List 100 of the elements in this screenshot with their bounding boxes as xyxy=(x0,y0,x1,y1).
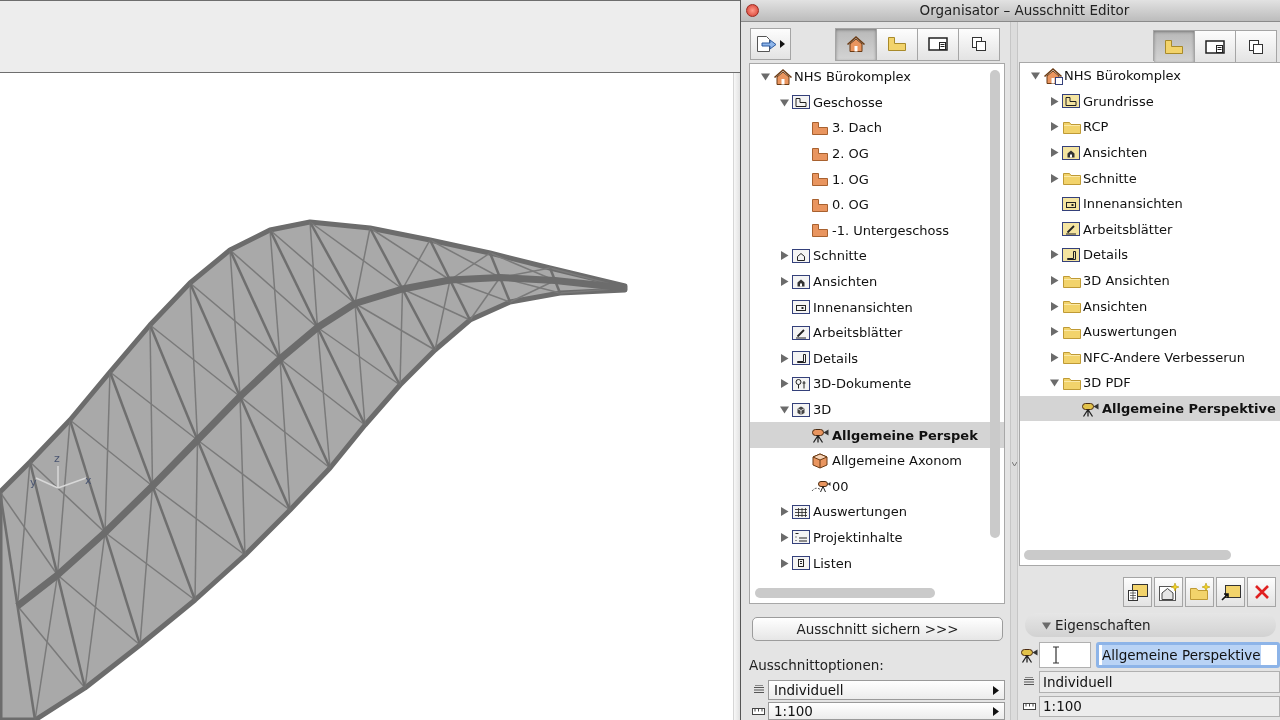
disclosure-triangle-icon[interactable] xyxy=(1050,148,1059,158)
caret-icon xyxy=(780,40,785,48)
tree-item[interactable]: 1. OG xyxy=(750,166,1004,192)
house-frame-icon xyxy=(1062,144,1080,161)
disclosure-triangle-icon[interactable] xyxy=(780,277,789,287)
tree-item[interactable]: Allgemeine Perspektive xyxy=(1020,395,1280,422)
delete-icon xyxy=(1253,584,1270,600)
dropdown[interactable]: 1:100 xyxy=(768,702,1005,720)
tab[interactable] xyxy=(918,28,959,60)
tab[interactable] xyxy=(959,28,1000,60)
tree-item[interactable]: Allgemeine Perspek xyxy=(750,422,1004,448)
text-field[interactable]: 1:100 xyxy=(1039,696,1280,717)
disclosure-triangle-icon[interactable] xyxy=(780,405,789,414)
tree-item[interactable]: 3D PDF xyxy=(1020,370,1280,396)
tab[interactable] xyxy=(1195,31,1236,62)
tree-item[interactable]: 3D Ansichten xyxy=(1020,267,1280,294)
export-arrow-icon xyxy=(756,34,778,54)
disclosure-triangle-icon[interactable] xyxy=(780,353,789,363)
input-field[interactable] xyxy=(1039,642,1091,668)
tree-item[interactable]: Schnitte xyxy=(1020,165,1280,191)
text-field[interactable]: Individuell xyxy=(1039,671,1280,693)
cube-icon xyxy=(811,452,829,470)
camera-path-icon xyxy=(811,478,831,495)
tree-item[interactable]: Allgemeine Axonom xyxy=(750,447,1004,474)
tree-item[interactable]: 3. Dach xyxy=(750,115,1004,141)
layout-sheet-icon xyxy=(1205,38,1225,55)
l-block-icon xyxy=(811,145,829,162)
input-field[interactable]: Allgemeine Perspektive xyxy=(1096,642,1280,668)
floor-plan-icon xyxy=(1062,93,1080,110)
clone-button[interactable] xyxy=(1216,577,1245,607)
house-frame-icon xyxy=(792,273,810,290)
new-subset-button[interactable] xyxy=(1154,577,1183,607)
disclosure-triangle-icon[interactable] xyxy=(780,97,789,107)
new-layout-button[interactable] xyxy=(1123,577,1152,607)
export-button[interactable] xyxy=(750,28,791,60)
layout-table-icon xyxy=(1126,582,1149,602)
cube-frame-icon xyxy=(792,401,810,418)
ruler-icon xyxy=(752,706,765,716)
disclosure-triangle-icon[interactable] xyxy=(1050,173,1059,183)
disclosure-triangle-icon[interactable] xyxy=(1050,327,1059,337)
caret-icon xyxy=(993,685,999,695)
horizontal-scrollbar[interactable] xyxy=(1024,550,1231,560)
text-cursor-icon xyxy=(1052,646,1060,664)
horizontal-scrollbar[interactable] xyxy=(755,588,935,598)
disclosure-triangle-icon[interactable] xyxy=(1050,276,1059,286)
layers-icon xyxy=(1023,676,1035,688)
disclosure-triangle-icon[interactable] xyxy=(1050,352,1059,362)
tree-item[interactable]: Auswertungen xyxy=(1020,318,1280,345)
layers-icon xyxy=(752,684,765,696)
tree-item[interactable]: Geschosse xyxy=(750,89,1004,116)
tree-item[interactable]: Grundrisse xyxy=(1020,88,1280,115)
save-view-button[interactable]: Ausschnitt sichern >>> xyxy=(752,617,1003,641)
tree-item[interactable]: 2. OG xyxy=(750,140,1004,167)
tree-item[interactable]: Ansichten xyxy=(1020,139,1280,166)
disclosure-triangle-icon[interactable] xyxy=(780,251,789,261)
camera-icon xyxy=(1019,647,1039,663)
tree-item[interactable]: Projektinhalte xyxy=(750,524,1004,551)
tree-item[interactable]: Details xyxy=(750,345,1004,372)
tree-item[interactable]: Innenansichten xyxy=(1020,190,1280,217)
disclosure-triangle-icon[interactable] xyxy=(1050,250,1059,260)
disclosure-triangle-icon[interactable] xyxy=(780,379,789,389)
vertical-scrollbar[interactable] xyxy=(990,70,1000,538)
delete-button[interactable] xyxy=(1247,577,1276,607)
tree-item[interactable]: -1. Untergeschoss xyxy=(750,217,1004,244)
tree-item[interactable]: RCP xyxy=(1020,114,1280,140)
tree-item[interactable]: Arbeitsblätter xyxy=(750,319,1004,346)
disclosure-triangle-icon[interactable] xyxy=(1042,620,1051,630)
tree-item[interactable]: 3D xyxy=(750,396,1004,423)
disclosure-triangle-icon[interactable] xyxy=(761,72,770,82)
tree-item[interactable]: Innenansichten xyxy=(750,294,1004,320)
disclosure-triangle-icon[interactable] xyxy=(1031,71,1040,81)
dropdown[interactable]: Individuell xyxy=(768,680,1005,700)
tree-item[interactable]: Arbeitsblätter xyxy=(1020,216,1280,243)
disclosure-triangle-icon[interactable] xyxy=(780,558,789,568)
tree-item[interactable]: Ansichten xyxy=(750,268,1004,295)
l-block-icon xyxy=(887,36,907,52)
tree-item[interactable]: 00 xyxy=(750,473,1004,500)
tree-frame-icon xyxy=(792,375,810,392)
stacked-squares-icon xyxy=(971,36,987,52)
disclosure-triangle-icon[interactable] xyxy=(1050,122,1059,132)
tree-item[interactable]: NFC-Andere Verbesserun xyxy=(1020,344,1280,371)
tree-item[interactable]: Details xyxy=(1020,242,1280,268)
tree-item[interactable]: Auswertungen xyxy=(750,499,1004,525)
list-frame-icon xyxy=(792,529,810,546)
close-button[interactable] xyxy=(746,4,759,17)
tree-item[interactable]: Listen xyxy=(750,550,1004,576)
tree-item[interactable]: 0. OG xyxy=(750,191,1004,218)
disclosure-triangle-icon[interactable] xyxy=(1050,96,1059,106)
window-frame-icon xyxy=(1062,195,1080,212)
tree-item[interactable]: Ansichten xyxy=(1020,293,1280,319)
disclosure-triangle-icon[interactable] xyxy=(1050,378,1059,388)
tree-item[interactable]: NHS Bürokomplex xyxy=(1020,63,1280,89)
disclosure-triangle-icon[interactable] xyxy=(780,507,789,517)
disclosure-triangle-icon[interactable] xyxy=(780,533,789,542)
tree-item[interactable]: Schnitte xyxy=(750,243,1004,269)
tree-item[interactable]: 3D-Dokumente xyxy=(750,371,1004,397)
tab[interactable] xyxy=(1236,31,1277,62)
disclosure-triangle-icon[interactable] xyxy=(1050,301,1059,311)
stacked-squares-icon xyxy=(1248,38,1264,55)
tree-item[interactable]: NHS Bürokomplex xyxy=(750,64,1004,90)
